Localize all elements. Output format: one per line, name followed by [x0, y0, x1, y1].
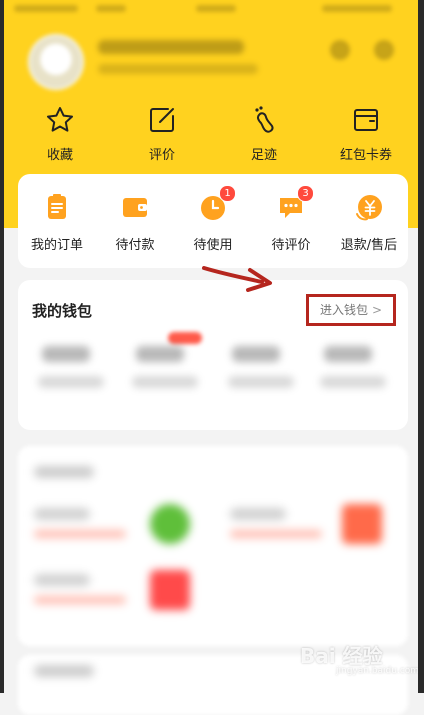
footprint-icon: [255, 106, 274, 133]
quick-footprints[interactable]: 足迹: [224, 104, 304, 163]
user-subtitle-blurred: [98, 64, 258, 74]
wallet-card: 我的钱包 进入钱包 >: [18, 280, 408, 430]
status-battery-blur: [322, 5, 392, 12]
quick-reviews[interactable]: 评价: [122, 104, 202, 163]
chevron-right-icon: >: [371, 303, 383, 317]
wallet-stat-blurred[interactable]: [318, 342, 394, 402]
orders-card: 我的订单 待付款 1 待使用 3 待评价 退款/售后: [18, 174, 408, 268]
watermark: Bai 经验: [300, 644, 383, 668]
user-profile[interactable]: [28, 34, 398, 90]
order-to-review-label: 待评价: [271, 238, 311, 253]
wallet-stat-blurred[interactable]: [130, 332, 206, 402]
username-blurred: [98, 40, 244, 54]
badge-to-review: 3: [297, 185, 314, 202]
services-card-blurred: [18, 446, 408, 646]
order-list-icon: [42, 192, 72, 222]
quick-reviews-label: 评价: [148, 148, 175, 163]
order-all[interactable]: 我的订单: [18, 192, 96, 253]
wallet-icon: [120, 192, 150, 222]
order-to-use[interactable]: 1 待使用: [174, 185, 252, 253]
refund-icon: [354, 192, 384, 222]
wallet-title: 我的钱包: [32, 302, 93, 320]
annotation-arrow: [202, 266, 272, 292]
quick-coupons[interactable]: 红包卡券: [326, 104, 406, 163]
order-pending-payment[interactable]: 待付款: [96, 192, 174, 253]
quick-favorites[interactable]: 收藏: [20, 104, 100, 163]
quick-footprints-label: 足迹: [250, 148, 277, 163]
quick-favorites-label: 收藏: [46, 148, 73, 163]
order-refund-label: 退款/售后: [340, 238, 398, 253]
avatar[interactable]: [28, 34, 84, 90]
enter-wallet-button[interactable]: 进入钱包 >: [306, 294, 396, 326]
enter-wallet-label: 进入钱包: [319, 303, 368, 317]
order-to-review[interactable]: 3 待评价: [252, 185, 330, 253]
badge-to-use: 1: [219, 185, 236, 202]
comment-icon: 3: [276, 185, 314, 222]
order-pending-payment-label: 待付款: [115, 238, 155, 253]
wallet-card-icon: [354, 109, 378, 131]
screen-frame-left: [0, 0, 4, 693]
order-to-use-label: 待使用: [193, 238, 233, 253]
status-bar: [0, 0, 424, 18]
status-icons-blur: [96, 5, 126, 12]
wallet-stat-blurred[interactable]: [226, 342, 302, 402]
edit-icon: [150, 108, 174, 132]
watermark-url: jingyan.baidu.com: [336, 666, 420, 676]
quick-actions: 收藏 评价 足迹 红包卡券: [0, 104, 424, 164]
quick-coupons-label: 红包卡券: [339, 148, 392, 163]
screen-frame-right: [418, 0, 424, 693]
status-time-blur: [14, 5, 78, 12]
status-center-blur: [196, 5, 236, 12]
clock-icon: 1: [198, 185, 236, 222]
settings-icon[interactable]: [330, 40, 350, 60]
star-icon: [47, 107, 73, 132]
order-refund[interactable]: 退款/售后: [330, 192, 408, 253]
order-all-label: 我的订单: [30, 238, 83, 253]
wallet-stat-blurred[interactable]: [36, 342, 112, 402]
message-icon[interactable]: [374, 40, 394, 60]
